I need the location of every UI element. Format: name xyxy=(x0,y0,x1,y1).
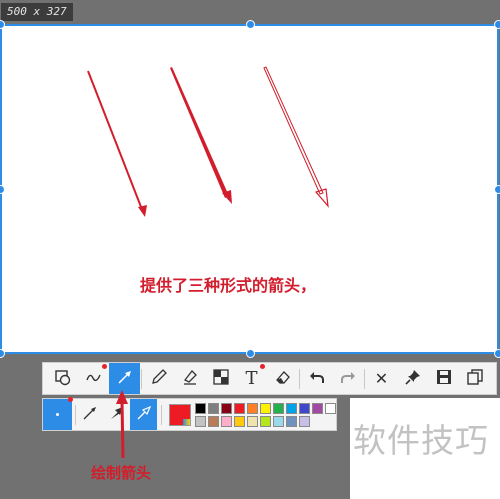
watermark: 软件技巧 xyxy=(350,398,500,499)
watermark-text: 软件技巧 xyxy=(353,421,489,460)
annotation-label: 绘制箭头 xyxy=(91,464,152,482)
